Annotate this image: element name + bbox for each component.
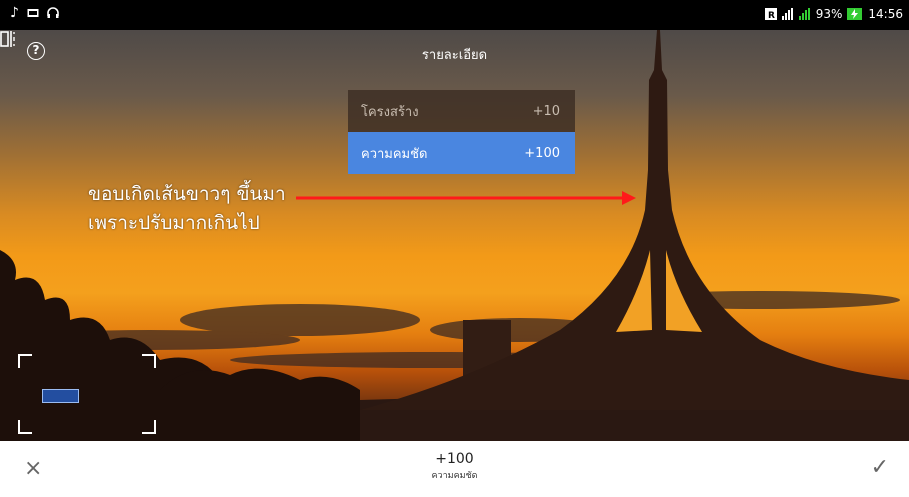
adjustment-label: ความคมชัด xyxy=(361,146,428,162)
image-icon xyxy=(27,9,39,17)
signal-2-icon xyxy=(798,8,810,20)
navigator-viewport[interactable] xyxy=(42,389,79,403)
adjustment-value: +10 xyxy=(532,103,560,119)
headset-icon xyxy=(47,7,59,18)
annotation-line-2: เพราะปรับมากเกินไป xyxy=(88,212,260,234)
adjustment-item-structure[interactable]: โครงสร้าง +10 xyxy=(348,90,575,132)
bottom-bar: × +100 ความคมชัด ✓ xyxy=(0,441,909,497)
compare-icon[interactable] xyxy=(0,30,18,48)
annotation-line-1: ขอบเกิดเส้นขาวๆ ขึ้นมา xyxy=(88,183,286,205)
adjustment-item-sharpening[interactable]: ความคมชัด +100 xyxy=(348,132,575,174)
current-adjustment: +100 ความคมชัด xyxy=(0,451,909,482)
status-left-icons: ♪ xyxy=(10,5,59,21)
page-title: รายละเอียด xyxy=(421,48,488,63)
photo-canvas[interactable]: ? รายละเอียด โครงสร้าง +10 ความคมชัด +10… xyxy=(0,30,909,441)
navigator-corner xyxy=(18,354,32,368)
r-badge-icon: R xyxy=(764,8,777,20)
navigator-corner xyxy=(142,354,156,368)
adjustment-value-display: +100 xyxy=(435,451,474,467)
battery-percent: 93% xyxy=(815,7,843,21)
signal-1-icon xyxy=(781,8,793,20)
status-bar: ♪ R 93% 14:56 xyxy=(0,0,909,30)
clock: 14:56 xyxy=(868,7,903,21)
annotation-text: ขอบเกิดเส้นขาวๆ ขึ้นมา เพราะปรับมากเกินไ… xyxy=(88,180,286,238)
adjustment-name-display: ความคมชัด xyxy=(431,471,478,481)
navigator-corner xyxy=(18,420,32,434)
battery-charging-icon xyxy=(847,8,863,20)
adjustment-value: +100 xyxy=(524,145,560,161)
navigator-corner xyxy=(142,420,156,434)
tree-silhouette-2 xyxy=(160,368,360,441)
music-note-icon: ♪ xyxy=(10,5,19,21)
status-right-icons: R 93% 14:56 xyxy=(764,7,903,21)
apply-button[interactable]: ✓ xyxy=(871,455,889,480)
svg-text:R: R xyxy=(768,11,775,20)
adjustment-label: โครงสร้าง xyxy=(361,104,419,120)
annotation-arrowhead xyxy=(622,191,636,205)
zoom-navigator[interactable] xyxy=(18,354,156,434)
adjustments-menu: โครงสร้าง +10 ความคมชัด +100 xyxy=(348,90,575,174)
